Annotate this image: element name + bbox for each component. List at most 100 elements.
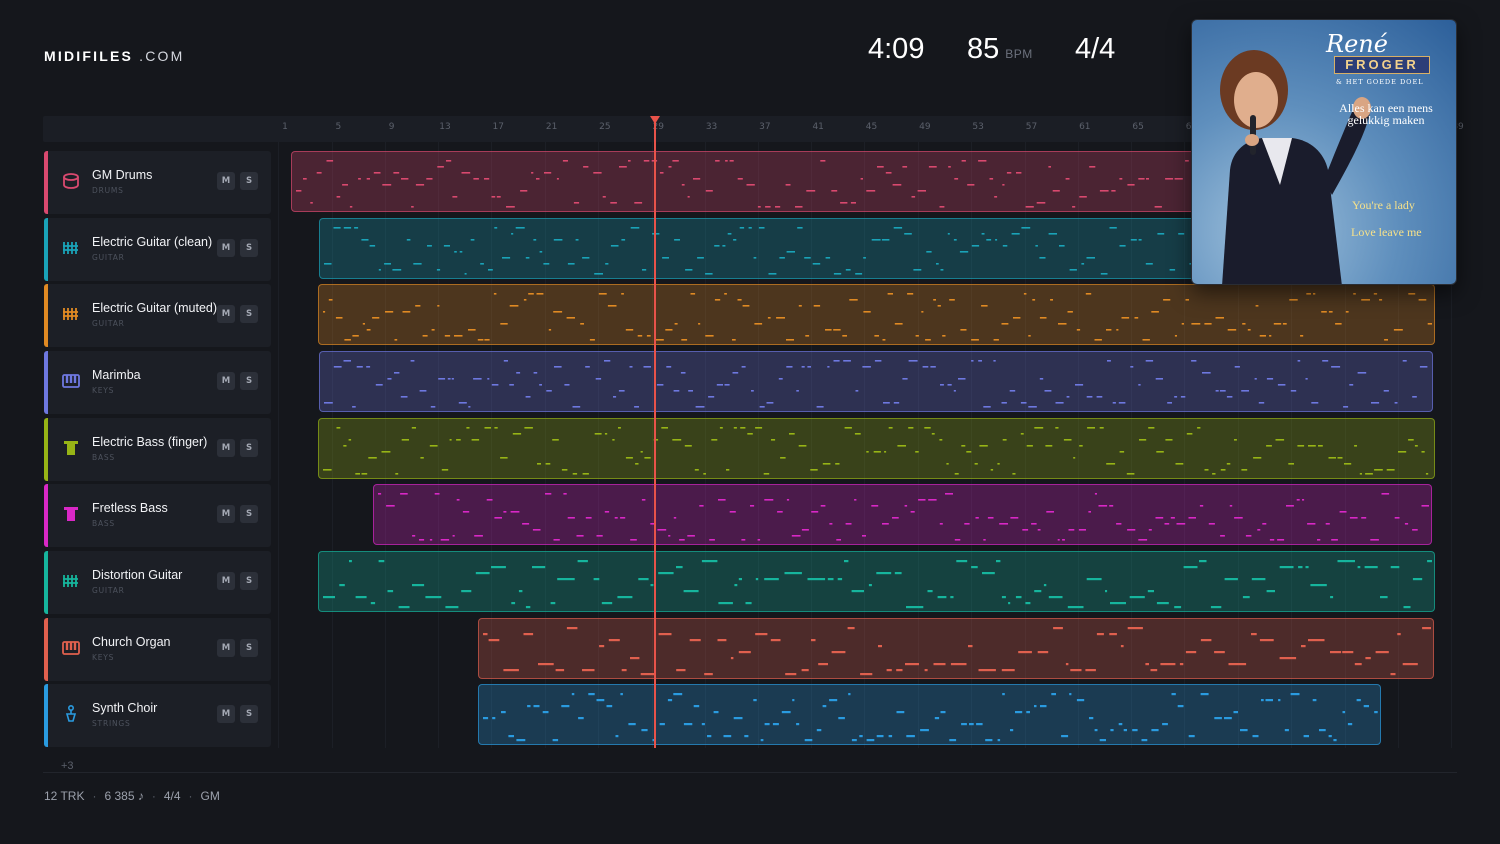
ruler-tick: 37 [759,122,771,132]
track-color-stripe [44,418,48,481]
mute-button[interactable]: M [217,572,235,590]
clip-notes [483,627,1431,676]
track-category: BASS [92,519,115,528]
clip-notes [323,560,1432,609]
tempo-display: 85 BPM [967,33,1033,66]
track-category: KEYS [92,653,115,662]
clip-notes [324,360,1428,408]
footer-stats: 12 TRK · 6 385 ♪ · 4/4 · GM [44,789,220,803]
ruler-tick: 53 [972,122,984,132]
track-header[interactable]: Marimba KEYS M S [44,351,271,414]
bottom-divider [43,772,1457,773]
separator: · [92,789,97,803]
keys-icon [60,370,82,392]
playhead[interactable] [654,116,656,748]
midi-clip[interactable] [478,684,1381,745]
ruler-tick: 57 [1025,122,1038,132]
separator: · [151,789,156,803]
clip-notes [323,293,1432,341]
bass-icon [60,437,82,459]
ruler-tick: 5 [335,122,342,132]
track-color-stripe [44,151,48,214]
guitar-icon [60,303,82,325]
midi-clip[interactable] [478,618,1434,679]
track-category: GUITAR [92,586,125,595]
track-header[interactable]: Electric Guitar (clean) GUITAR M S [44,218,271,281]
track-category: BASS [92,453,115,462]
mute-button[interactable]: M [217,172,235,190]
track-category: DRUMS [92,186,124,195]
ruler-tick: 65 [1132,122,1144,132]
solo-button[interactable]: S [240,572,258,590]
track-category: STRINGS [92,719,131,728]
brand-suffix: .COM [139,48,185,64]
duration-display: 4:09 [868,33,925,65]
grid-line [278,142,279,748]
track-color-stripe [44,218,48,281]
track-header[interactable]: Synth Choir STRINGS M S [44,684,271,747]
ruler-tick: 21 [545,122,558,132]
ruler-tick: 17 [492,122,504,132]
separator: · [188,789,193,803]
track-header[interactable]: Electric Guitar (muted) GUITAR M S [44,284,271,347]
cover-artist: René [1326,30,1388,58]
track-name: Marimba [92,368,141,382]
midi-clip[interactable] [318,418,1435,479]
midi-clip[interactable] [319,351,1433,412]
mute-button[interactable]: M [217,705,235,723]
cover-surname: FROGER [1334,56,1430,74]
solo-button[interactable]: S [240,705,258,723]
track-header[interactable]: Fretless Bass BASS M S [44,484,271,547]
midi-standard: GM [200,789,220,803]
ruler-tick: 41 [812,122,824,132]
solo-button[interactable]: S [240,372,258,390]
track-header[interactable]: Church Organ KEYS M S [44,618,271,681]
solo-button[interactable]: S [240,639,258,657]
track-color-stripe [44,684,48,747]
time-signature-display: 4/4 [1075,33,1116,65]
meter: 4/4 [163,789,181,803]
brand-name: MIDIFILES [44,48,134,64]
track-header[interactable]: Electric Bass (finger) BASS M S [44,418,271,481]
track-category: KEYS [92,386,115,395]
ruler-tick: 33 [705,122,718,132]
mute-button[interactable]: M [217,305,235,323]
track-name: Fretless Bass [92,501,168,515]
solo-button[interactable]: S [240,439,258,457]
solo-button[interactable]: S [240,505,258,523]
track-name: Distortion Guitar [92,568,183,582]
track-name: GM Drums [92,168,153,182]
ruler-tick: 1 [282,122,288,132]
midi-clip[interactable] [373,484,1432,545]
bass-icon [60,503,82,525]
ruler-tick: 9 [388,122,395,132]
track-header[interactable]: GM Drums DRUMS M S [44,151,271,214]
mute-button[interactable]: M [217,639,235,657]
mute-button[interactable]: M [217,239,235,257]
midi-clip[interactable] [318,551,1435,612]
track-category: GUITAR [92,253,125,262]
track-count: 12 TRK [44,789,85,803]
ruler-tick: 45 [865,122,878,132]
track-header[interactable]: Distortion Guitar GUITAR M S [44,551,271,614]
album-cover: René FROGER & HET GOEDE DOEL Alles kan e… [1191,19,1457,285]
mute-button[interactable]: M [217,372,235,390]
mute-button[interactable]: M [217,505,235,523]
midi-clip[interactable] [318,284,1435,345]
track-category: GUITAR [92,319,125,328]
more-tracks-indicator[interactable]: +3 [61,760,74,772]
solo-button[interactable]: S [240,239,258,257]
solo-button[interactable]: S [240,305,258,323]
tempo-value: 85 [967,33,1000,65]
playhead-marker[interactable] [650,116,660,124]
cover-track-2: You're a lady [1352,198,1415,212]
drum-icon [60,170,82,192]
clip-notes [483,693,1378,742]
mute-button[interactable]: M [217,439,235,457]
ruler-tick: 61 [1079,122,1091,132]
solo-button[interactable]: S [240,172,258,190]
track-name: Electric Guitar (muted) [92,301,218,315]
track-color-stripe [44,284,48,347]
note-count: 6 385 ♪ [104,789,144,803]
ruler-tick: 49 [919,122,931,132]
